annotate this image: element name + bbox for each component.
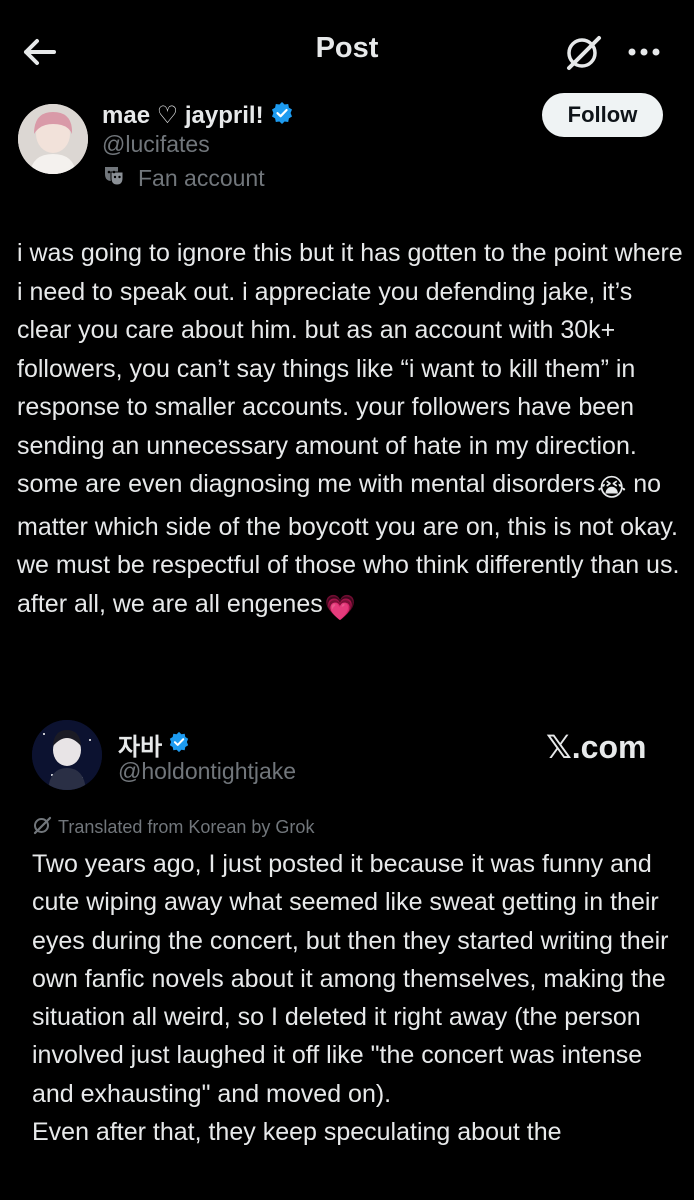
quoted-author-name[interactable]: 자바	[118, 727, 162, 762]
quoted-text-part-1: Two years ago, I just posted it because …	[32, 850, 669, 1108]
grok-icon	[32, 815, 52, 840]
theater-masks-icon	[102, 164, 126, 193]
translated-label: Translated from Korean by Grok	[58, 817, 315, 837]
growing-heart-icon: 💗	[324, 593, 356, 622]
post-text: i was going to ignore this but it has go…	[17, 234, 687, 627]
author-handle[interactable]: @lucifates	[102, 131, 210, 158]
verified-badge-icon	[168, 731, 190, 758]
post-text-part-1: i was going to ignore this but it has go…	[17, 239, 683, 498]
more-dots-icon[interactable]	[624, 32, 664, 72]
fan-account-badge: Fan account	[102, 164, 265, 193]
source-label: 𝕏.com	[546, 729, 647, 765]
quoted-author-handle[interactable]: @holdontightjake	[118, 758, 296, 785]
top-bar: Post	[0, 0, 694, 92]
grok-icon[interactable]	[563, 32, 603, 72]
author-name-row: mae ♡ jaypril!	[102, 101, 294, 130]
crying-face-icon: 😭	[597, 474, 627, 502]
author-name[interactable]: mae ♡ jaypril!	[102, 101, 264, 130]
quoted-text-part-2: Even after that, they keep speculating a…	[32, 1118, 562, 1147]
verified-badge-icon	[270, 101, 294, 130]
fan-account-label: Fan account	[138, 165, 265, 191]
quoted-name-row: 자바	[118, 727, 190, 762]
avatar[interactable]	[18, 104, 88, 174]
follow-button[interactable]: Follow	[542, 93, 663, 137]
translation-notice: Translated from Korean by Grok	[32, 815, 314, 840]
quoted-avatar[interactable]	[32, 720, 102, 790]
quoted-text: Two years ago, I just posted it because …	[32, 845, 682, 1151]
